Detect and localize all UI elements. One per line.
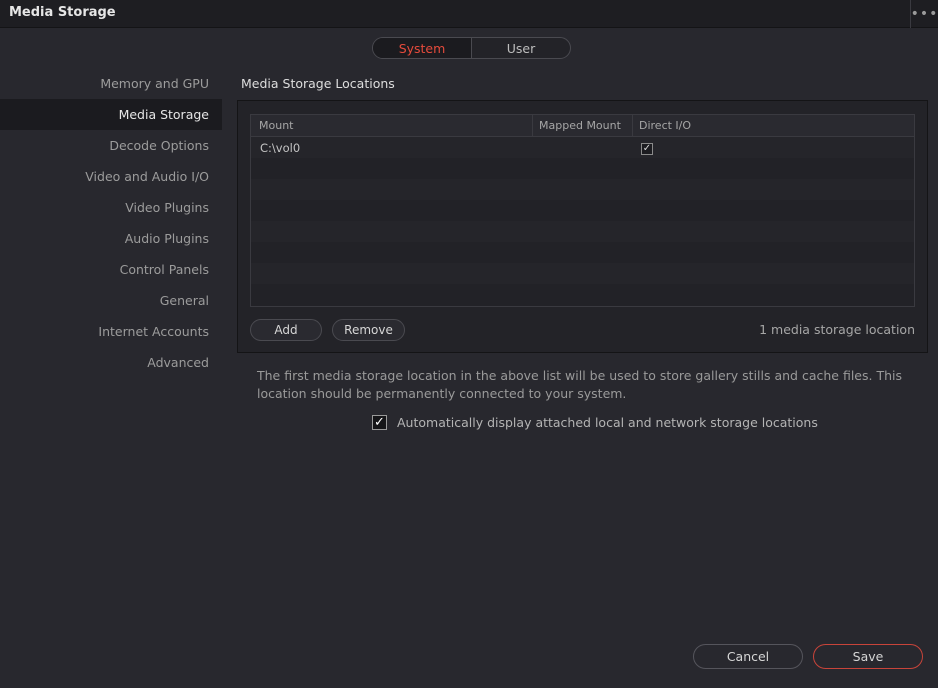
sidebar-item-video-and-audio-io[interactable]: Video and Audio I/O: [0, 161, 222, 192]
tab-system[interactable]: System: [373, 38, 472, 58]
window-title: Media Storage: [9, 5, 116, 20]
sidebar-item-general[interactable]: General: [0, 285, 222, 316]
cell-mount: C:\vol0: [260, 140, 301, 155]
auto-display-checkbox[interactable]: ✓: [372, 415, 387, 430]
table-row-empty: [251, 158, 914, 179]
section-title: Media Storage Locations: [241, 76, 395, 91]
add-button[interactable]: Add: [250, 319, 322, 341]
table-row-empty: [251, 200, 914, 221]
sidebar-item-media-storage[interactable]: Media Storage: [0, 99, 222, 130]
sidebar-item-control-panels[interactable]: Control Panels: [0, 254, 222, 285]
location-count: 1 media storage location: [759, 322, 915, 337]
sidebar-item-advanced[interactable]: Advanced: [0, 347, 222, 378]
column-header-mapped-mount[interactable]: Mapped Mount: [533, 115, 633, 136]
more-options-icon[interactable]: •••: [910, 0, 938, 28]
table-row[interactable]: C:\vol0 ✓: [251, 137, 914, 158]
column-header-direct-io[interactable]: Direct I/O: [633, 115, 914, 136]
remove-button[interactable]: Remove: [332, 319, 405, 341]
direct-io-checkbox[interactable]: ✓: [641, 143, 653, 155]
sidebar-item-decode-options[interactable]: Decode Options: [0, 130, 222, 161]
table-row-empty: [251, 284, 914, 305]
table-row-empty: [251, 221, 914, 242]
storage-description: The first media storage location in the …: [257, 368, 902, 401]
sidebar-item-memory-and-gpu[interactable]: Memory and GPU: [0, 68, 222, 99]
storage-table: Mount Mapped Mount Direct I/O C:\vol0 ✓: [250, 114, 915, 307]
sidebar: Memory and GPU Media Storage Decode Opti…: [0, 68, 222, 378]
checkmark-icon: ✓: [374, 415, 385, 430]
sidebar-item-video-plugins[interactable]: Video Plugins: [0, 192, 222, 223]
table-header: Mount Mapped Mount Direct I/O: [251, 115, 914, 137]
save-button[interactable]: Save: [813, 644, 923, 669]
checkmark-icon: ✓: [642, 143, 652, 154]
table-body: C:\vol0 ✓: [251, 137, 914, 305]
table-row-empty: [251, 242, 914, 263]
sidebar-item-internet-accounts[interactable]: Internet Accounts: [0, 316, 222, 347]
scope-toggle: System User: [372, 37, 571, 59]
auto-display-option: ✓ Automatically display attached local a…: [372, 415, 818, 430]
cancel-button[interactable]: Cancel: [693, 644, 803, 669]
tab-user[interactable]: User: [472, 38, 570, 58]
table-row-empty: [251, 179, 914, 200]
title-bar: Media Storage •••: [0, 0, 938, 28]
auto-display-label: Automatically display attached local and…: [397, 415, 818, 430]
table-row-empty: [251, 263, 914, 284]
storage-locations-panel: Mount Mapped Mount Direct I/O C:\vol0 ✓ …: [237, 100, 928, 353]
column-header-mount[interactable]: Mount: [251, 115, 533, 136]
sidebar-item-audio-plugins[interactable]: Audio Plugins: [0, 223, 222, 254]
